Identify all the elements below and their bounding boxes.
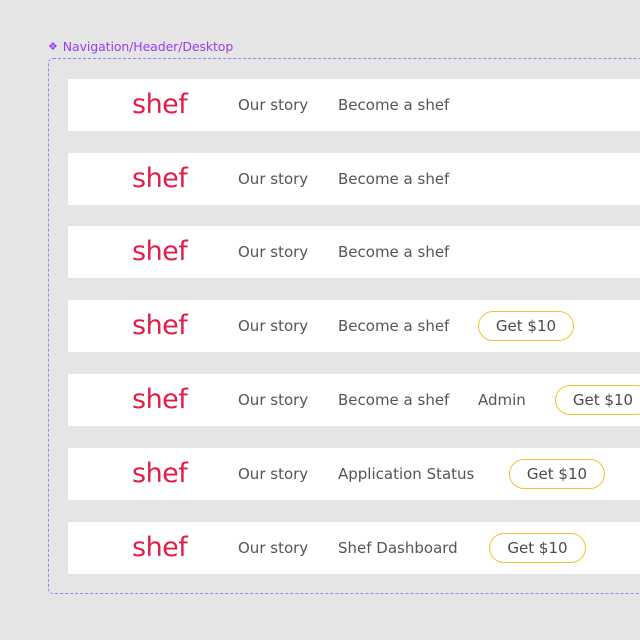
get-10-button[interactable]: Get $10 xyxy=(509,459,605,489)
nav-link-our-story[interactable]: Our story xyxy=(238,243,308,261)
header-variant-1: shef Our story Become a shef xyxy=(68,79,640,131)
nav-link-our-story[interactable]: Our story xyxy=(238,96,308,114)
nav-link-become-a-shef[interactable]: Become a shef xyxy=(338,391,449,409)
nav-link-become-a-shef[interactable]: Become a shef xyxy=(338,96,449,114)
header-variant-2: shef Our story Become a shef xyxy=(68,153,640,205)
component-icon: ❖ xyxy=(48,40,58,53)
nav-link-our-story[interactable]: Our story xyxy=(238,539,308,557)
nav-link-become-a-shef[interactable]: Become a shef xyxy=(338,243,449,261)
nav-link-our-story[interactable]: Our story xyxy=(238,465,308,483)
shef-logo[interactable]: shef xyxy=(132,458,188,489)
shef-logo[interactable]: shef xyxy=(132,532,188,563)
nav-link-admin[interactable]: Admin xyxy=(478,391,526,409)
shef-logo[interactable]: shef xyxy=(132,310,188,341)
shef-logo[interactable]: shef xyxy=(132,384,188,415)
nav-link-our-story[interactable]: Our story xyxy=(238,170,308,188)
get-10-button[interactable]: Get $10 xyxy=(555,385,640,415)
component-label: ❖ Navigation/Header/Desktop xyxy=(48,39,233,54)
shef-logo[interactable]: shef xyxy=(132,236,188,267)
header-variant-5: shef Our story Become a shef Admin Get $… xyxy=(68,374,640,426)
nav-link-application-status[interactable]: Application Status xyxy=(338,465,474,483)
get-10-button[interactable]: Get $10 xyxy=(489,533,586,563)
component-label-text: Navigation/Header/Desktop xyxy=(62,39,234,54)
shef-logo[interactable]: shef xyxy=(132,163,188,194)
header-variant-3: shef Our story Become a shef xyxy=(68,226,640,278)
header-variant-7: shef Our story Shef Dashboard Get $10 xyxy=(68,522,640,574)
nav-link-our-story[interactable]: Our story xyxy=(238,317,308,335)
nav-link-shef-dashboard[interactable]: Shef Dashboard xyxy=(338,539,458,557)
shef-logo[interactable]: shef xyxy=(132,89,188,120)
header-variant-6: shef Our story Application Status Get $1… xyxy=(68,448,640,500)
nav-link-our-story[interactable]: Our story xyxy=(238,391,308,409)
header-variant-4: shef Our story Become a shef Get $10 xyxy=(68,300,640,352)
nav-link-become-a-shef[interactable]: Become a shef xyxy=(338,317,449,335)
nav-link-become-a-shef[interactable]: Become a shef xyxy=(338,170,449,188)
get-10-button[interactable]: Get $10 xyxy=(478,311,574,341)
